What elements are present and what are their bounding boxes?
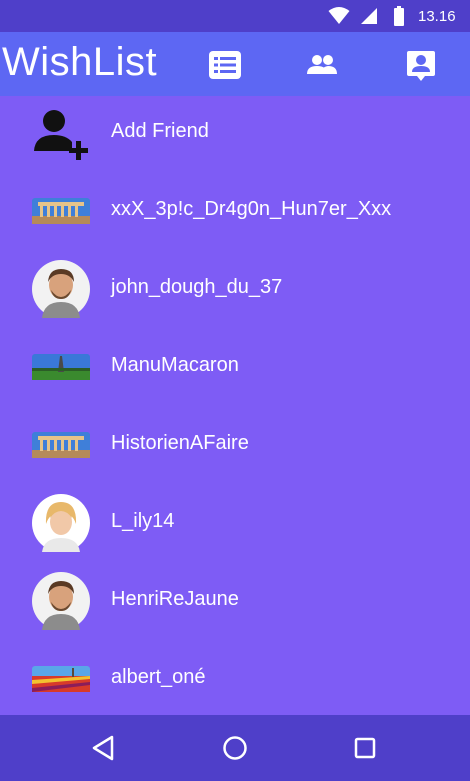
- status-time: 13.16: [418, 8, 456, 25]
- friend-name: HistorienAFaire: [111, 432, 249, 454]
- friend-name: HenriReJaune: [111, 588, 239, 610]
- recent-apps-icon[interactable]: [351, 733, 379, 763]
- app-title: WishList: [2, 40, 158, 84]
- status-bar: 13.16: [0, 0, 470, 32]
- app-bar: WishList: [0, 32, 470, 96]
- friends-list: Add Friend xxX_3p!c_Dr4g0n_Hun7er_Xxx jo…: [0, 96, 470, 715]
- home-icon[interactable]: [220, 733, 250, 763]
- add-friend-label: Add Friend: [111, 120, 209, 142]
- friend-name: xxX_3p!c_Dr4g0n_Hun7er_Xxx: [111, 198, 392, 220]
- friend-row[interactable]: L_ily14: [0, 486, 470, 564]
- list-icon[interactable]: [208, 48, 242, 82]
- friend-row[interactable]: ManuMacaron: [0, 330, 470, 408]
- battery-icon: [394, 6, 404, 26]
- friend-row[interactable]: xxX_3p!c_Dr4g0n_Hun7er_Xxx: [0, 174, 470, 252]
- parthenon-image: [32, 432, 90, 458]
- account-box-icon[interactable]: [404, 48, 438, 82]
- navigation-bar: [0, 715, 470, 781]
- friend-name: ManuMacaron: [111, 354, 239, 376]
- friend-row[interactable]: albert_oné: [0, 642, 470, 715]
- friend-name: albert_oné: [111, 666, 206, 688]
- friend-row[interactable]: HistorienAFaire: [0, 408, 470, 486]
- man-portrait: [32, 572, 90, 630]
- wifi-icon: [328, 7, 350, 24]
- tulip-field-image: [32, 666, 90, 692]
- woman-portrait: [32, 494, 90, 552]
- parthenon-image: [32, 198, 90, 224]
- man-portrait: [32, 260, 90, 318]
- friend-name: L_ily14: [111, 510, 175, 532]
- eiffel-tower-image: [32, 354, 90, 380]
- back-icon[interactable]: [90, 733, 118, 763]
- add-friend-button[interactable]: Add Friend: [0, 96, 470, 174]
- people-icon[interactable]: [305, 48, 339, 82]
- signal-icon: [361, 8, 377, 24]
- friend-row[interactable]: john_dough_du_37: [0, 252, 470, 330]
- add-person-icon: [34, 110, 88, 160]
- friend-row[interactable]: HenriReJaune: [0, 564, 470, 642]
- friend-name: john_dough_du_37: [111, 276, 283, 298]
